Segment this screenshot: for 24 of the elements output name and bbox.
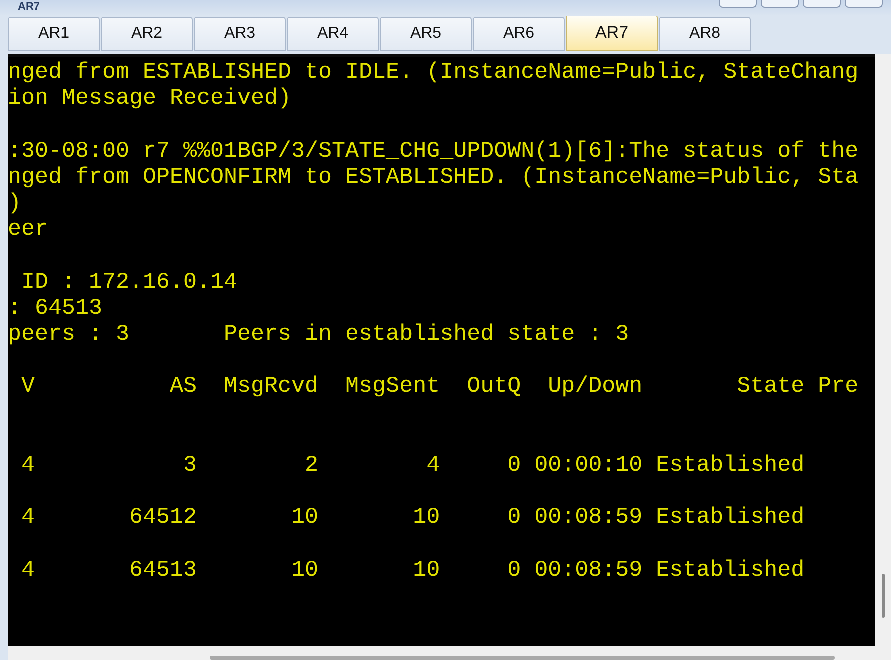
tab[interactable]: AR7: [566, 15, 658, 51]
terminal-line: 4 64512 10 10 0 00:08:59 Established: [20, 504, 805, 530]
tab[interactable]: AR5: [380, 17, 472, 51]
terminal-line: ): [8, 190, 22, 216]
tab[interactable]: AR3: [194, 17, 286, 51]
terminal-line: : 64513: [8, 294, 103, 321]
tab[interactable]: AR8: [659, 17, 751, 51]
tab[interactable]: AR1: [8, 17, 100, 51]
vertical-scrollbar[interactable]: [875, 54, 891, 660]
terminal-line: nged from ESTABLISHED to IDLE. (InstanceName=Public, StateChang: [8, 59, 859, 85]
terminal-line: ion Message Received): [8, 85, 292, 112]
terminal-line: nged from OPENCONFIRM to ESTABLISHED. (InstanceName=Public, Sta: [8, 164, 859, 190]
terminal-line: :30-08:00 r7 %%01BGP/3/STATE_CHG_UPDOWN(1)[6]:The status of the: [8, 138, 859, 164]
terminal-line: 4 64513 10 10 0 00:08:59 Established: [20, 556, 805, 583]
terminal-line: ID : 172.16.0.14: [20, 268, 238, 294]
tab[interactable]: AR2: [101, 17, 193, 51]
terminal-line: 4 3 2 4 0 00:00:10 Established: [20, 452, 805, 478]
window-title: AR7: [18, 1, 40, 14]
tab[interactable]: AR6: [473, 17, 565, 51]
terminal-line: peers : 3 Peers in established state : 3: [8, 320, 630, 347]
terminal-line: eer: [8, 216, 49, 242]
tab[interactable]: AR4: [287, 17, 379, 51]
terminal-line: V AS MsgRcvd MsgSent OutQ Up/Down State Pre: [20, 373, 859, 400]
horizontal-scrollbar[interactable]: [8, 646, 875, 660]
